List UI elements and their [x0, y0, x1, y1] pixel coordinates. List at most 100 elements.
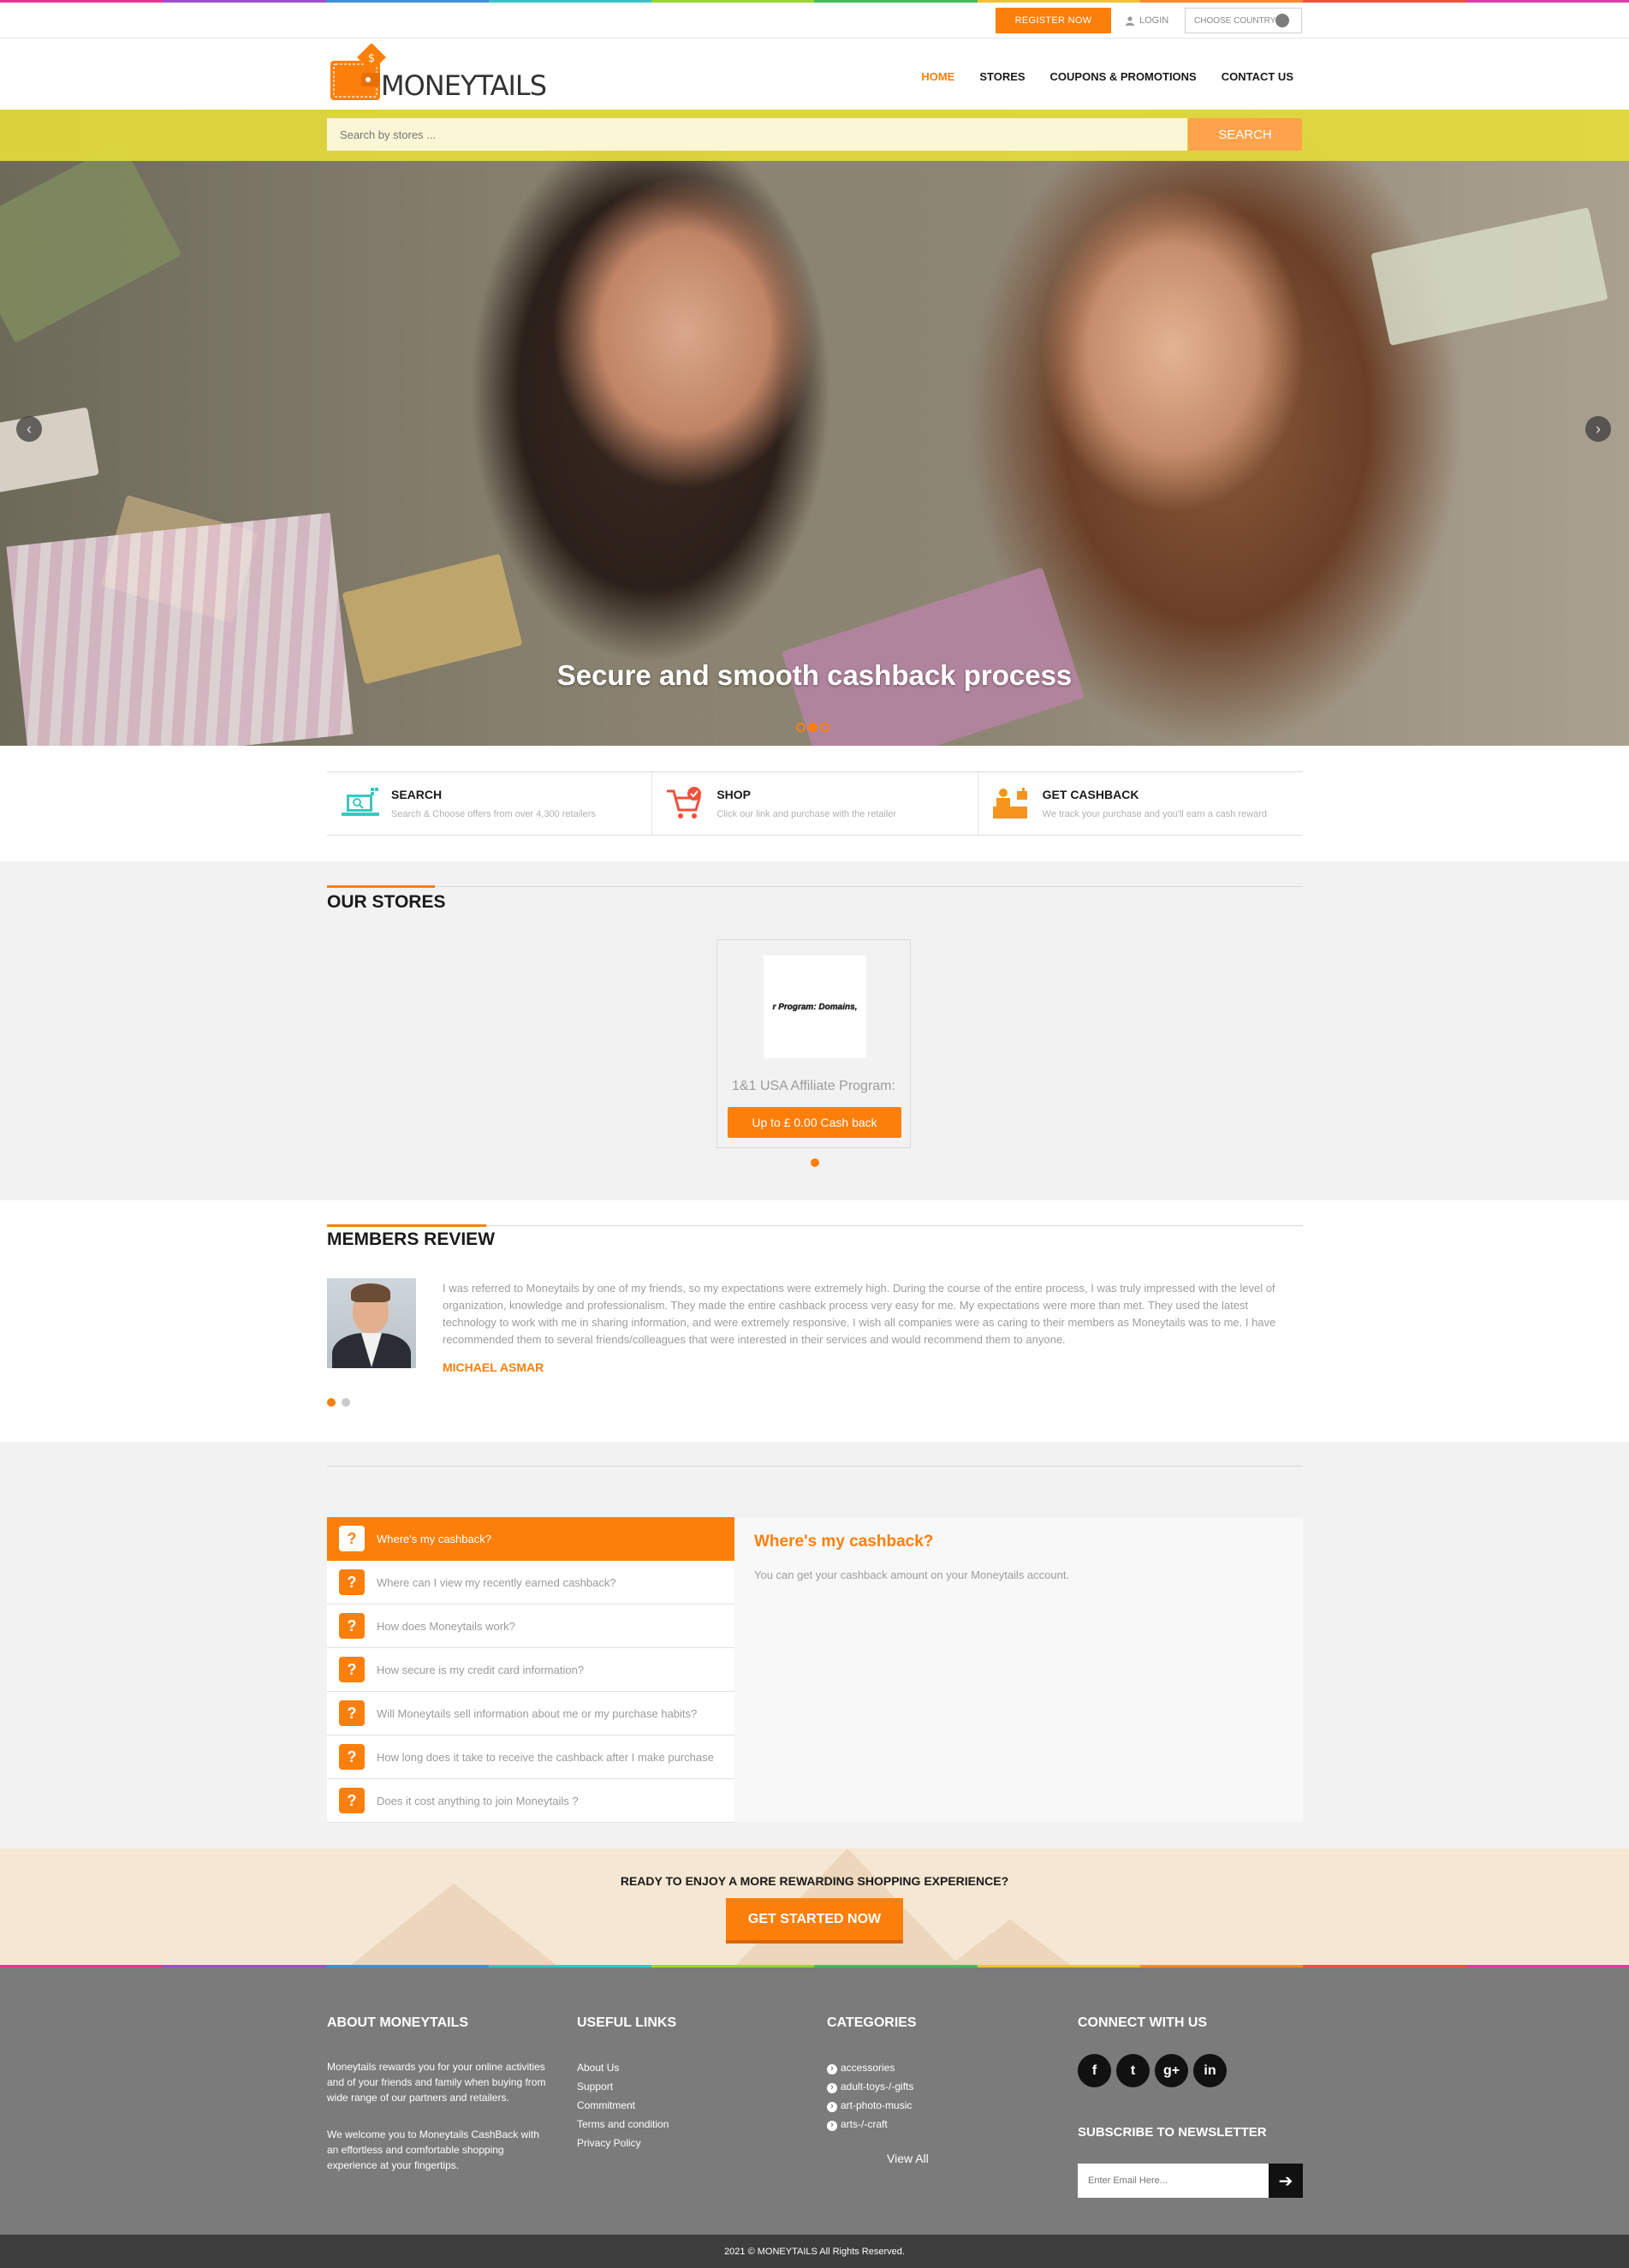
footer-link[interactable]: Terms and condition [577, 2115, 748, 2134]
step-title: SEARCH [391, 788, 443, 801]
site-header: $ MONEYTAILS HOME STORES COUPONS & PROMO… [0, 39, 1629, 110]
view-all-link[interactable]: View All [887, 2152, 929, 2165]
laptop-search-icon [342, 788, 379, 816]
decor-triangle [950, 1920, 1070, 1965]
login-link[interactable]: LOGIN [1126, 8, 1168, 33]
store-search-input[interactable] [327, 118, 1187, 151]
hero-slider [0, 110, 1629, 746]
footer-about-text: Moneytails rewards you for your online a… [327, 2061, 546, 2104]
cta-title: READY TO ENJOY A MORE REWARDING SHOPPING… [620, 1874, 1009, 1888]
twitter-icon[interactable]: t [1116, 2054, 1150, 2087]
banknote-image [0, 407, 99, 497]
hero-dot[interactable] [820, 723, 829, 732]
nav-contact-us[interactable]: CONTACT US [1222, 70, 1293, 83]
hero-pagination [796, 723, 829, 732]
top-bar: REGISTER NOW LOGIN CHOOSE COUNTRY [0, 3, 1629, 39]
footer-link[interactable]: About Us [577, 2058, 748, 2077]
hero-dot[interactable] [808, 723, 817, 732]
faq-item[interactable]: ? How secure is my credit card informatio… [327, 1648, 734, 1692]
hero-next-arrow-icon[interactable]: › [1585, 416, 1611, 442]
store-name: 1&1 USA Affiliate Program: [732, 1079, 895, 1093]
question-icon: ? [339, 1569, 365, 1595]
review-text: I was referred to Moneytails by one of m… [443, 1282, 1276, 1346]
category-link[interactable]: art-photo-music [827, 2096, 1015, 2115]
copyright: 2021 © MONEYTAILS All Rights Reserved. [0, 2235, 1629, 2268]
faq-question: How does Moneytails work? [377, 1619, 515, 1633]
footer-about-title: ABOUT MONEYTAILS [327, 2015, 469, 2030]
question-icon: ? [339, 1613, 365, 1639]
faq-item[interactable]: ? Will Moneytails sell information about … [327, 1692, 734, 1735]
step-search: SEARCH Search & Choose offers from over … [327, 772, 651, 835]
faq-answer-text: You can get your cashback amount on your… [754, 1569, 1070, 1581]
faq-question: Where can I view my recently earned cash… [377, 1575, 616, 1589]
faq-question: Where's my cashback? [377, 1532, 491, 1545]
facebook-icon[interactable]: f [1078, 2054, 1111, 2087]
avatar-hair [351, 1283, 390, 1302]
category-link[interactable]: accessories [827, 2058, 1015, 2077]
store-logo-text: r Program: Domains, [772, 1002, 858, 1012]
footer-links-title: USEFUL LINKS [577, 2015, 677, 2030]
nav-coupons-promotions[interactable]: COUPONS & PROMOTIONS [1050, 70, 1197, 83]
faq-answer-title: Where's my cashback? [754, 1533, 934, 1551]
search-band: SEARCH [0, 110, 1629, 161]
hero-prev-arrow-icon[interactable]: ‹ [16, 416, 42, 442]
faq-item[interactable]: ? Where's my cashback? [327, 1517, 734, 1561]
review-pagination [327, 1398, 350, 1407]
step-text: Search & Choose offers from over 4,300 r… [391, 809, 596, 819]
section-divider [327, 1466, 1303, 1467]
nav-stores[interactable]: STORES [979, 70, 1025, 83]
faq-question: How secure is my credit card information… [377, 1663, 585, 1676]
footer-link[interactable]: Support [577, 2077, 748, 2096]
choose-country-select[interactable]: CHOOSE COUNTRY [1185, 8, 1302, 33]
reviewer-name: MICHAEL ASMAR [443, 1360, 544, 1374]
faq-item[interactable]: ? How long does it take to receive the ca… [327, 1735, 734, 1779]
banknote-image [0, 141, 182, 343]
footer-link[interactable]: Commitment [577, 2096, 748, 2115]
footer-links-list: About Us Support Commitment Terms and condi… [577, 2058, 748, 2152]
category-link[interactable]: adult-toys-/-gifts [827, 2077, 1015, 2096]
avatar [327, 1278, 416, 1368]
section-accent [327, 885, 435, 888]
register-button[interactable]: REGISTER NOW [996, 8, 1111, 33]
faq-item[interactable]: ? Does it cost anything to join Moneytail… [327, 1779, 734, 1823]
cashier-icon [992, 788, 1027, 819]
step-title: GET CASHBACK [1042, 788, 1139, 801]
logo[interactable]: $ MONEYTAILS [327, 44, 547, 105]
arrow-right-icon[interactable]: ➔ [1269, 2164, 1303, 2198]
review-dot[interactable] [327, 1398, 336, 1407]
cashback-button[interactable]: Up to £ 0.00 Cash back [728, 1107, 901, 1138]
faq-item[interactable]: ? How does Moneytails work? [327, 1604, 734, 1648]
faq-question: Does it cost anything to join Moneytails… [377, 1794, 579, 1807]
search-button[interactable]: SEARCH [1188, 118, 1302, 151]
cart-check-icon [667, 787, 702, 819]
google-plus-icon[interactable]: g+ [1155, 2054, 1188, 2087]
members-review-section: MEMBERS REVIEW I was referred to Moneyta… [0, 1200, 1629, 1442]
newsletter-email-input[interactable] [1078, 2164, 1269, 2198]
footer-categories-title: CATEGORIES [827, 2015, 917, 2030]
social-links: f t g+ in [1078, 2054, 1227, 2087]
banknote-image [782, 567, 1085, 746]
country-label: CHOOSE COUNTRY [1194, 15, 1276, 26]
faq-item[interactable]: ? Where can I view my recently earned cas… [327, 1561, 734, 1604]
question-icon: ? [339, 1526, 365, 1551]
newsletter-title: SUBSCRIBE TO NEWSLETTER [1078, 2125, 1267, 2140]
nav-home[interactable]: HOME [921, 70, 954, 83]
store-card[interactable]: r Program: Domains, 1&1 USA Affiliate Pr… [716, 939, 911, 1148]
hero-dot[interactable] [796, 723, 806, 732]
category-link[interactable]: arts-/-craft [827, 2115, 1015, 2134]
linkedin-icon[interactable]: in [1193, 2054, 1227, 2087]
question-icon: ? [339, 1657, 365, 1682]
get-started-button[interactable]: GET STARTED NOW [726, 1898, 903, 1944]
banknote-image [1370, 207, 1608, 346]
question-icon: ? [339, 1744, 365, 1770]
question-icon: ? [339, 1788, 365, 1813]
stores-title: OUR STORES [327, 892, 446, 912]
step-text: Click our link and purchase with the ret… [716, 809, 897, 819]
stores-pagination-dot[interactable] [811, 1158, 819, 1167]
main-nav: HOME STORES COUPONS & PROMOTIONS CONTACT… [896, 70, 1293, 83]
question-icon: ? [339, 1700, 365, 1726]
review-dot[interactable] [342, 1398, 350, 1407]
section-accent [327, 1224, 486, 1227]
footer-link[interactable]: Privacy Policy [577, 2134, 748, 2152]
faq-question: Will Moneytails sell information about m… [377, 1706, 698, 1720]
